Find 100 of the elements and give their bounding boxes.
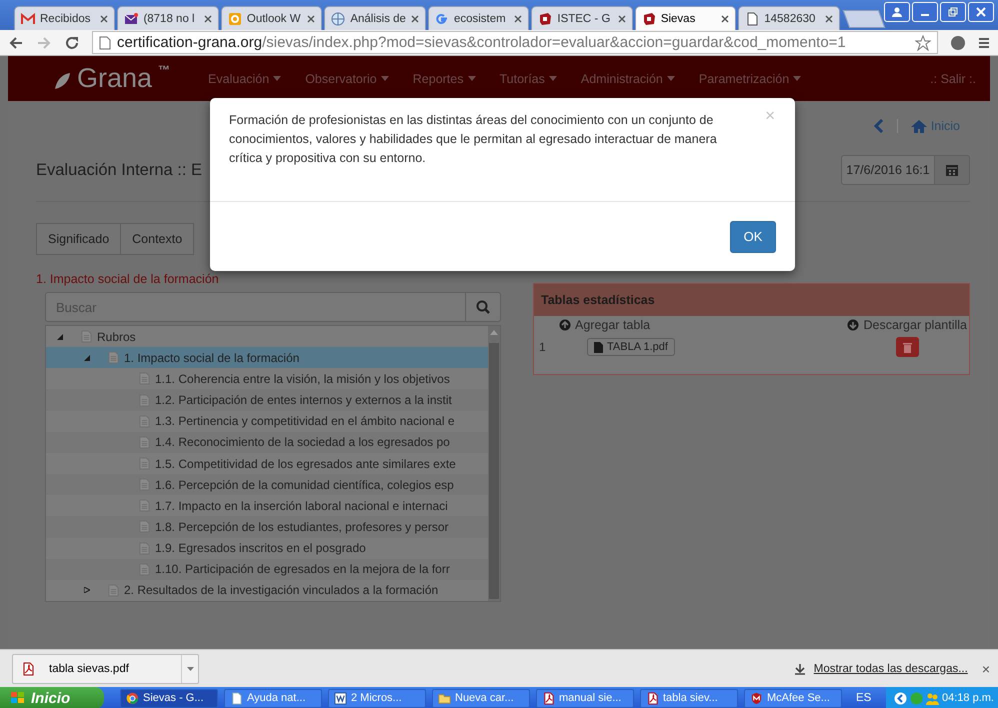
tree-item[interactable]: 1.9. Egresados inscritos en el posgrado <box>46 538 488 559</box>
show-all-downloads-link[interactable]: Mostrar todas las descargas... <box>794 662 968 674</box>
download-item[interactable]: tabla sievas.pdf <box>12 654 199 684</box>
restore-icon <box>948 7 958 17</box>
menu-icon[interactable] <box>978 36 990 50</box>
pdf-icon <box>542 692 555 704</box>
document-icon <box>108 351 119 364</box>
tree-item[interactable]: 1.4. Reconocimiento de la sociedad a los egresados po <box>46 432 488 453</box>
expanded-triangle-icon[interactable] <box>84 354 90 361</box>
section-tab[interactable]: Contexto <box>120 223 194 255</box>
home-icon <box>910 118 928 134</box>
browser-tab[interactable]: Análisis de <box>324 6 426 30</box>
tree-item[interactable]: 1.2. Participación de entes internos y externos a la instit <box>46 389 488 411</box>
document-icon <box>139 478 150 492</box>
brand-logo[interactable]: Grana <box>77 63 152 94</box>
tree-item[interactable]: 1. Impacto social de la formación <box>46 347 488 368</box>
calendar-button[interactable] <box>935 155 970 185</box>
close-button[interactable] <box>968 2 994 22</box>
start-button[interactable]: Inicio <box>0 687 104 708</box>
delete-button[interactable] <box>896 337 919 357</box>
close-icon[interactable] <box>410 14 419 22</box>
new-tab-button[interactable] <box>842 10 886 28</box>
close-icon[interactable] <box>100 14 108 22</box>
caret-icon <box>186 666 194 670</box>
row-number: 1 <box>539 340 547 354</box>
collapsed-triangle-icon[interactable] <box>84 587 90 594</box>
browser-tab[interactable]: Recibidos <box>14 6 116 30</box>
nav-menu-item[interactable]: Parametrización <box>698 72 802 86</box>
reload-icon[interactable] <box>64 34 80 50</box>
pdf-icon <box>21 662 35 676</box>
browser-tab[interactable]: ecosistem <box>428 6 530 30</box>
document-app-icon <box>334 692 347 704</box>
taskbar-item[interactable]: tabla siev... <box>640 688 738 708</box>
search-button[interactable] <box>466 292 501 322</box>
document-icon <box>139 542 150 555</box>
language-indicator[interactable]: ES <box>856 692 872 704</box>
tree-item[interactable]: 1.7. Impacto en la inserción laboral nacional e internaci <box>46 495 488 516</box>
nav-menu-item[interactable]: Observatorio <box>305 72 389 86</box>
document-icon <box>139 499 150 512</box>
browser-tab[interactable]: Outlook W <box>220 6 322 30</box>
taskbar-item[interactable]: 2 Micros... <box>328 688 426 708</box>
tree-item[interactable]: 1.3. Pertinencia y competitividad en el ámbito nacional e <box>46 410 488 432</box>
download-icon <box>794 662 806 674</box>
page-icon <box>745 12 760 26</box>
taskbar-item[interactable]: McAfee Se... <box>744 688 842 708</box>
section-tab[interactable]: Significado <box>36 223 122 255</box>
tree-item[interactable]: 1.6. Percepción de la comunidad científica, colegios esp <box>46 474 488 496</box>
download-template-link[interactable]: Descargar plantilla <box>847 318 967 332</box>
extension-icon[interactable] <box>950 34 966 50</box>
panel-title: Tablas estadísticas <box>534 284 969 316</box>
tree-item[interactable]: Rubros <box>46 326 488 348</box>
caret-icon <box>548 76 557 81</box>
mail-icon <box>21 12 35 26</box>
nav-menu-item[interactable]: Evaluación <box>208 72 282 86</box>
taskbar-item[interactable]: Sievas - G... <box>120 688 218 708</box>
document-icon <box>108 584 119 597</box>
close-icon[interactable] <box>307 14 316 22</box>
shield-icon <box>750 692 763 704</box>
nav-menu-item[interactable]: Reportes <box>412 72 476 86</box>
close-button[interactable]: × <box>982 660 990 676</box>
expanded-triangle-icon[interactable] <box>57 334 63 340</box>
close-icon[interactable] <box>824 14 833 22</box>
restore-button[interactable] <box>940 2 966 22</box>
tree-item[interactable]: 1.10. Participación de egresados en la mejora de la forr <box>46 558 488 580</box>
close-icon[interactable] <box>204 14 212 22</box>
user-button[interactable] <box>884 2 910 22</box>
globe-icon <box>331 12 346 26</box>
tree-item[interactable]: 1.1. Coherencia entre la visión, la misión y los objetivos <box>46 368 488 390</box>
minimize-icon <box>921 14 929 16</box>
tree-item[interactable]: 2. Resultados de la investigación vinculados a la formación <box>46 580 488 601</box>
date-field[interactable]: 17/6/2016 16:1 <box>841 155 935 185</box>
browser-tab[interactable]: ISTEC - G <box>531 6 633 30</box>
close-icon[interactable] <box>618 14 626 22</box>
scrollbar[interactable] <box>488 326 500 601</box>
close-icon[interactable] <box>721 14 730 22</box>
page-icon <box>99 36 111 50</box>
browser-tab[interactable]: (8718 no l <box>117 6 219 30</box>
caret-icon <box>666 76 675 81</box>
leaf-logo-icon <box>53 71 71 91</box>
tree-item[interactable]: 1.8. Percepción de los estudiantes, profesores y persor <box>46 516 488 538</box>
taskbar-item[interactable]: Ayuda nat... <box>224 688 322 708</box>
taskbar-item[interactable]: manual sie... <box>536 688 634 708</box>
star-icon[interactable] <box>915 34 931 50</box>
chevron-icon[interactable] <box>894 692 908 704</box>
ok-button[interactable]: OK <box>730 220 776 252</box>
nav-menu-item[interactable]: Administración <box>580 72 675 86</box>
tree-item[interactable]: 1.5. Competitividad de los egresados ante similares exte <box>46 452 488 474</box>
section-heading: 1. Impacto social de la formación <box>36 272 220 286</box>
taskbar-item[interactable]: Nueva car... <box>432 688 530 708</box>
nav-menu-item[interactable]: Tutorías <box>500 72 557 86</box>
caret-icon <box>273 76 282 81</box>
close-icon[interactable] <box>514 14 522 22</box>
logout-link[interactable]: .: Salir :. <box>930 72 976 86</box>
address-field[interactable]: certification-grana.org/sievas/index.php?mod=sievas&controlador=evaluar&accion=guardar&cod_momento=1 <box>92 31 938 54</box>
add-table-link[interactable]: Agregar tabla <box>559 318 650 332</box>
browser-tab[interactable]: Sievas <box>634 6 736 30</box>
minimize-button[interactable] <box>912 2 938 22</box>
browser-tab[interactable]: 14582630 <box>738 6 840 30</box>
file-button[interactable]: TABLA 1.pdf <box>587 338 675 356</box>
back-arrow-icon[interactable] <box>8 34 24 50</box>
